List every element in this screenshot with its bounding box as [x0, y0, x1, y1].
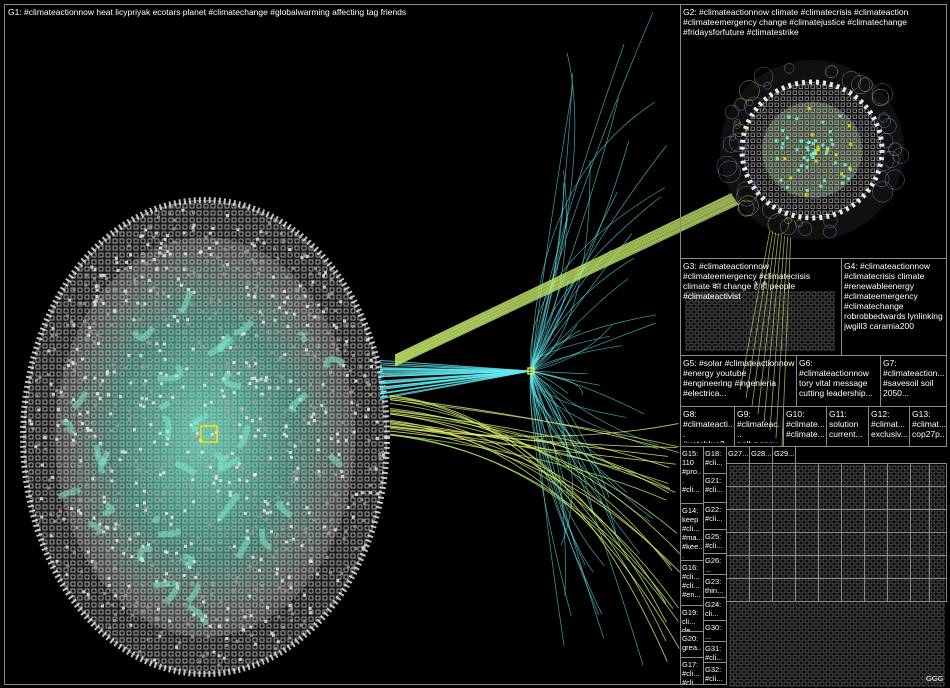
mini-group-panel	[749, 486, 773, 510]
mini-group-panel	[910, 532, 930, 556]
mini-group-panel	[772, 578, 796, 602]
mini-group-panel	[818, 532, 842, 556]
mini-group-panel	[749, 509, 773, 533]
label-g13: G13: #climat... cop27p...	[912, 409, 946, 443]
label-g14: G14: keep #cli... #ma... #kee...	[682, 506, 703, 559]
mini-group-panel	[749, 463, 773, 487]
label-g29: G29...	[774, 449, 795, 458]
label-g25: G25: #cli...	[705, 532, 724, 550]
mini-group-panel	[726, 486, 750, 510]
label-g17: G17: #cli... #cli...	[682, 660, 702, 684]
label-g8: G8: #climateacti... #voteblue2...	[683, 409, 733, 443]
label-g24: G24: cli...	[705, 600, 724, 618]
label-g10: G10: #climate... #climate...	[786, 409, 825, 439]
label-g6: G6: #climateactionnow tory vital message…	[799, 358, 873, 398]
label-g3: G3: #climateactionnow #climateemergency …	[683, 261, 813, 301]
mini-group-panel	[864, 555, 888, 579]
mini-group-panel	[749, 532, 773, 556]
mini-group-panel	[864, 463, 888, 487]
label-g19: G19: cli... de...	[682, 608, 701, 631]
label-g32: G32: #cli...	[705, 665, 724, 683]
mini-group-panel	[795, 532, 819, 556]
mini-group-panel	[726, 463, 750, 487]
mini-group-panel	[795, 509, 819, 533]
mini-group-panel	[864, 486, 888, 510]
mini-group-panel	[929, 486, 947, 510]
label-g4: G4: #climateactionnow #climatecrisis cli…	[844, 261, 946, 331]
mini-group-panel	[818, 486, 842, 510]
mini-group-panel	[864, 532, 888, 556]
mini-group-panel	[749, 555, 773, 579]
label-g12: G12: #climat... exclusiv...	[871, 409, 908, 439]
label-g23: G23: thin...	[705, 577, 724, 595]
mini-group-panel	[841, 509, 865, 533]
label-g16: G16: #cli... #cli... #en...	[682, 563, 702, 599]
mini-group-panel	[818, 555, 842, 579]
label-g18: G18: #cli...	[705, 449, 724, 467]
mini-group-panel	[795, 578, 819, 602]
mini-group-panel	[772, 555, 796, 579]
mini-group-panel	[772, 486, 796, 510]
mini-group-panel	[887, 486, 911, 510]
label-g11: G11: solution current...	[829, 409, 863, 439]
label-g2: G2: #climateactionnow climate #climatecr…	[683, 7, 911, 37]
mini-group-panel	[929, 532, 947, 556]
label-g26: G26: ...	[705, 556, 724, 574]
mini-group-panel	[929, 555, 947, 579]
mini-group-panel	[726, 532, 750, 556]
label-g21: G21: #cli...	[705, 476, 724, 494]
mini-group-panel	[841, 463, 865, 487]
mini-group-panel	[910, 509, 930, 533]
mini-group-panel	[887, 463, 911, 487]
mini-group-panel	[772, 463, 796, 487]
mini-group-panel	[726, 509, 750, 533]
label-g30: G30: ...	[705, 623, 724, 641]
mini-group-panel	[929, 578, 947, 602]
mini-group-panel	[887, 578, 911, 602]
mini-group-panel	[864, 578, 888, 602]
mini-group-panel	[929, 509, 947, 533]
mini-group-panel	[795, 555, 819, 579]
mini-group-panel	[910, 578, 930, 602]
mini-group-panel	[841, 486, 865, 510]
mini-group-panel	[910, 555, 930, 579]
mini-group-panel	[841, 578, 865, 602]
mini-group-panel	[887, 555, 911, 579]
mini-group-panel	[818, 578, 842, 602]
mini-group-panel	[818, 509, 842, 533]
label-g1: G1: #climateactionnow heat licypriyak ec…	[8, 7, 407, 17]
mini-group-panel	[749, 578, 773, 602]
mini-group-panel	[772, 532, 796, 556]
label-g20: G20: grea...	[682, 634, 702, 657]
label-g28: G28...	[751, 449, 772, 458]
mini-group-panel	[726, 578, 750, 602]
mini-group-panel	[864, 509, 888, 533]
mini-group-panel	[841, 532, 865, 556]
label-g22: G22: #cli...	[705, 505, 724, 523]
corner-text: GGG	[926, 674, 944, 683]
label-g5: G5: #solar #climateactionnow #energy you…	[683, 358, 795, 398]
mini-group-panel	[887, 509, 911, 533]
mini-group-panel	[929, 463, 947, 487]
mini-group-panel	[795, 486, 819, 510]
mini-group-panel	[726, 555, 750, 579]
label-g7: G7: #climateaction... #savesoil soil 205…	[883, 358, 945, 398]
mini-group-panel	[841, 555, 865, 579]
mini-group-panel	[910, 486, 930, 510]
panel-g1	[4, 4, 681, 685]
label-g27: G27...	[728, 449, 749, 458]
mini-group-panel	[910, 463, 930, 487]
mini-group-panel	[795, 463, 819, 487]
mini-group-panel	[818, 463, 842, 487]
label-g15: G15: 110 #pro... #cli...	[682, 449, 702, 494]
label-g31: G31: #cli...	[705, 644, 724, 662]
mini-group-panel	[887, 532, 911, 556]
panel-g2	[680, 4, 947, 259]
label-g9: G9: #climateac... pollypapay...	[737, 409, 782, 443]
mini-group-panel	[772, 509, 796, 533]
